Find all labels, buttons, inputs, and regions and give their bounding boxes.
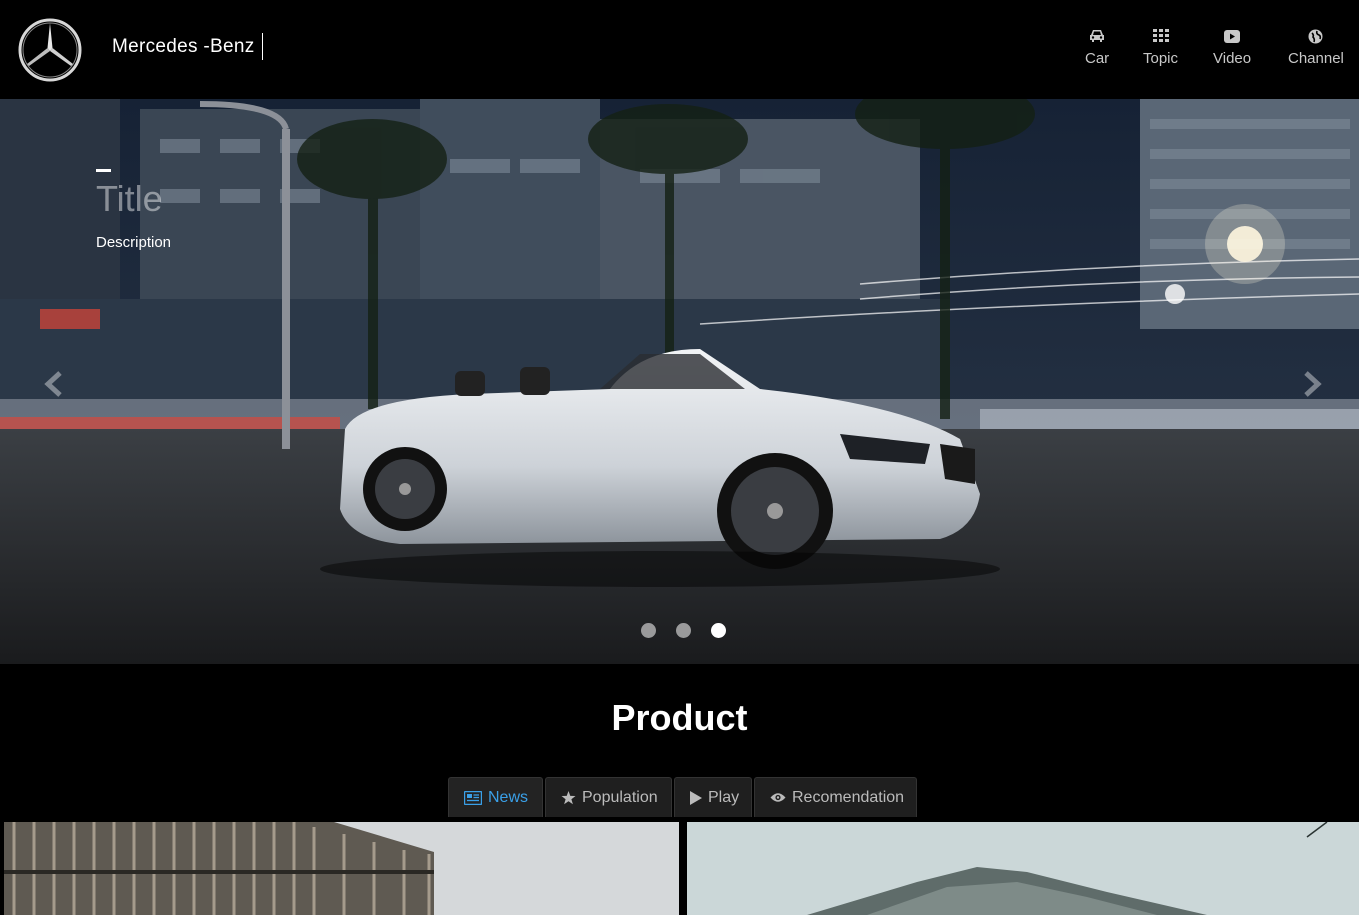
chevron-right-icon bbox=[1304, 371, 1322, 397]
tab-play[interactable]: Play bbox=[674, 777, 752, 817]
nav-topic[interactable]: Topic bbox=[1143, 26, 1178, 67]
hero-background-image bbox=[0, 99, 1359, 664]
tab-population-label: Population bbox=[582, 788, 658, 806]
nav-car[interactable]: Car bbox=[1085, 26, 1109, 67]
carousel-next-button[interactable] bbox=[1296, 369, 1326, 399]
nav-video-label: Video bbox=[1213, 50, 1252, 67]
building-image bbox=[4, 822, 679, 915]
play-icon bbox=[690, 790, 702, 805]
grid-icon bbox=[1152, 26, 1169, 46]
tab-play-label: Play bbox=[708, 788, 740, 806]
tab-news[interactable]: News bbox=[448, 777, 543, 817]
product-tabs: News Population Play Recomendation bbox=[448, 777, 917, 817]
hero-carousel[interactable]: Title Description bbox=[0, 99, 1359, 664]
nav-topic-label: Topic bbox=[1143, 50, 1179, 67]
nav-video[interactable]: Video bbox=[1213, 26, 1251, 67]
carousel-dot-1[interactable] bbox=[641, 623, 656, 638]
site-header: Mercedes -Benz Car Topic Video Channel bbox=[0, 0, 1359, 99]
nav-car-label: Car bbox=[1085, 50, 1110, 67]
tab-recomendation-label: Recomendation bbox=[792, 788, 905, 806]
newspaper-icon bbox=[464, 790, 482, 805]
product-card-image-2[interactable] bbox=[687, 822, 1359, 915]
hero-caption: Title Description bbox=[96, 169, 171, 251]
mountain-image bbox=[687, 822, 1359, 915]
caption-dash bbox=[96, 169, 111, 172]
car-icon bbox=[1088, 26, 1106, 46]
hero-title: Title bbox=[96, 178, 163, 219]
carousel-indicators bbox=[641, 623, 726, 638]
main-nav: Car Topic Video Channel bbox=[0, 26, 1359, 76]
tab-recomendation[interactable]: Recomendation bbox=[754, 777, 917, 817]
nav-channel-label: Channel bbox=[1288, 50, 1344, 67]
chevron-left-icon bbox=[44, 371, 62, 397]
tab-news-label: News bbox=[488, 788, 529, 806]
globe-icon bbox=[1308, 26, 1323, 46]
eye-icon bbox=[770, 792, 786, 803]
carousel-dot-3[interactable] bbox=[711, 623, 726, 638]
product-card-image-1[interactable] bbox=[4, 822, 679, 915]
tab-population[interactable]: Population bbox=[545, 777, 672, 817]
youtube-icon bbox=[1224, 26, 1241, 46]
carousel-prev-button[interactable] bbox=[40, 369, 70, 399]
nav-channel[interactable]: Channel bbox=[1288, 26, 1344, 67]
product-section-title: Product bbox=[611, 697, 748, 738]
hero-description: Description bbox=[96, 234, 172, 251]
carousel-dot-2[interactable] bbox=[676, 623, 691, 638]
star-icon bbox=[561, 790, 576, 805]
